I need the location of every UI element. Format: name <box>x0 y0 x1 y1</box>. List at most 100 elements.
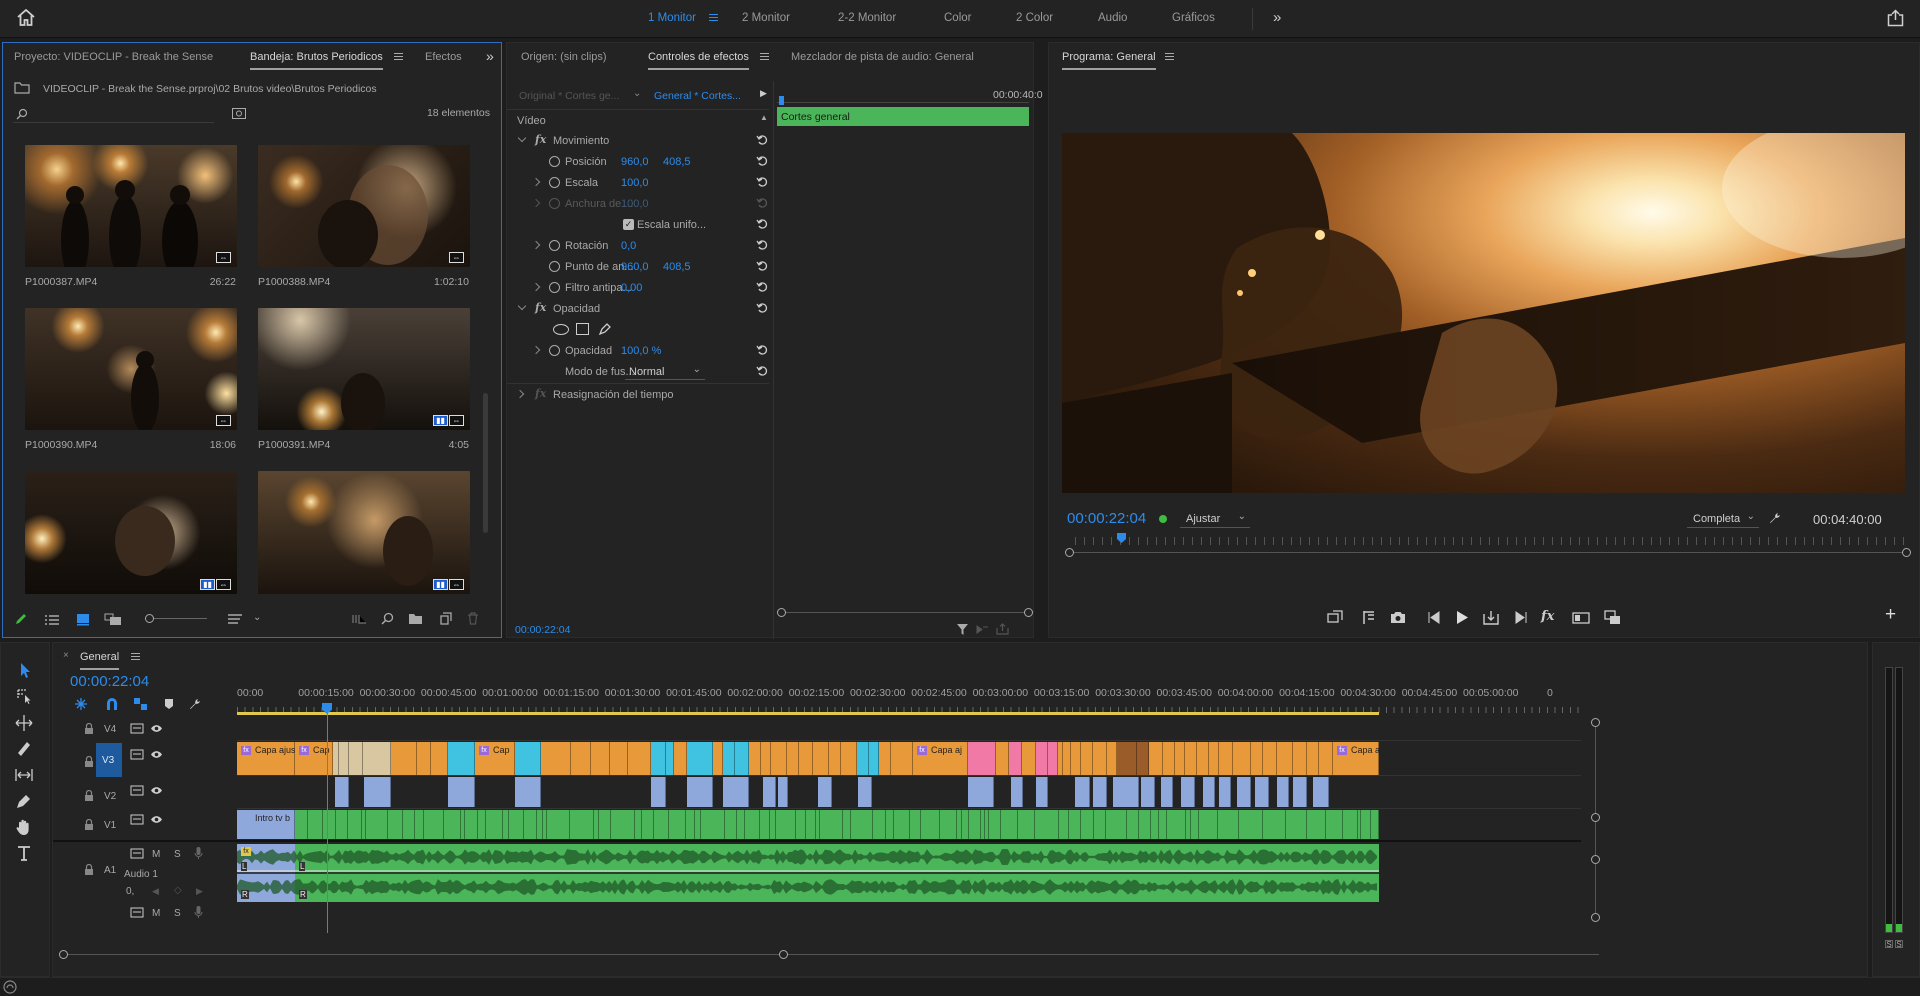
microphone-icon[interactable] <box>194 846 203 860</box>
sync-lock-icon[interactable] <box>130 848 144 859</box>
timeline-clip-v1[interactable] <box>1106 810 1127 839</box>
stopwatch-icon[interactable] <box>549 345 560 356</box>
source-clip-label[interactable]: Original * Cortes ge... <box>519 90 619 102</box>
timeline-clip-v1[interactable] <box>570 810 594 839</box>
timeline-clip-v3[interactable] <box>1048 742 1058 775</box>
program-timecode[interactable]: 00:00:22:04 <box>1067 510 1146 527</box>
timeline-clip-v1[interactable] <box>1018 810 1035 839</box>
timeline-clip-v1[interactable] <box>701 810 725 839</box>
timeline-clip-v3[interactable] <box>1107 742 1117 775</box>
timeline-clip-v2[interactable] <box>723 777 749 807</box>
timeline-clip-v1[interactable] <box>1343 810 1358 839</box>
reset-icon[interactable] <box>756 197 768 209</box>
expand-arrow-icon[interactable] <box>531 282 541 292</box>
new-item-icon[interactable] <box>439 612 452 625</box>
automate-to-sequence-icon[interactable] <box>352 613 367 625</box>
timeline-clip-v2[interactable] <box>1093 777 1107 807</box>
stopwatch-icon[interactable] <box>549 156 560 167</box>
timeline-clip-v1[interactable] <box>1127 810 1139 839</box>
timeline-clip-v3[interactable] <box>571 742 591 775</box>
clip-thumbnail[interactable]: ▮▮ ⇔ <box>258 471 470 594</box>
track-a1-audio-clip[interactable]: fx L R L R <box>237 844 1379 902</box>
snap-magnet-icon[interactable] <box>105 697 119 711</box>
reset-icon[interactable] <box>756 281 768 293</box>
clip-bar[interactable]: Cortes general <box>777 107 1029 126</box>
search-input[interactable] <box>13 105 214 123</box>
timeline-clip-v3[interactable] <box>628 742 651 775</box>
reset-icon[interactable] <box>756 239 768 251</box>
timeline-clip-v1[interactable] <box>725 810 737 839</box>
time-remap-row[interactable]: fx Reasignación del tiempo <box>507 383 769 404</box>
position-row[interactable]: Posición 960,0 408,5 <box>507 151 769 172</box>
tab-source[interactable]: Origen: (sin clips) <box>521 51 607 63</box>
lock-icon[interactable] <box>84 756 94 768</box>
timeline-clip-v1[interactable] <box>348 810 362 839</box>
reset-icon[interactable] <box>756 302 768 314</box>
antiflicker-value[interactable]: 0,00 <box>621 282 642 294</box>
expand-arrow-icon[interactable] <box>515 389 525 399</box>
opacity-row[interactable]: Opacidad 100,0 % <box>507 340 769 361</box>
timeline-clip-v3[interactable] <box>687 742 713 775</box>
freeform-view-icon[interactable] <box>104 613 122 626</box>
audio-tracks-scrollbar[interactable] <box>1591 855 1600 922</box>
timeline-clip-v3[interactable] <box>1063 742 1071 775</box>
ripple-edit-tool-icon[interactable] <box>13 713 35 733</box>
timeline-clip-v3[interactable] <box>713 742 723 775</box>
timeline-clip-v1[interactable] <box>366 810 388 839</box>
timeline-clip-v2[interactable] <box>1075 777 1090 807</box>
timeline-clip-v3[interactable]: fx Cap <box>475 742 515 775</box>
timeline-clip-v1[interactable] <box>388 810 403 839</box>
timeline-clip-v1[interactable] <box>843 810 851 839</box>
timeline-clip-v3[interactable] <box>1149 742 1163 775</box>
scale-width-value[interactable]: 100,0 <box>621 198 649 210</box>
timeline-clip-v3[interactable] <box>515 742 541 775</box>
reset-icon[interactable] <box>756 176 768 188</box>
tab-bin-brutos[interactable]: Bandeja: Brutos Periodicos <box>250 51 383 70</box>
timeline-clip-v1[interactable] <box>1191 810 1199 839</box>
slip-tool-icon[interactable] <box>13 765 35 785</box>
uniform-scale-checkbox[interactable]: ✓ <box>623 219 634 230</box>
timeline-clip-v1[interactable] <box>989 810 1001 839</box>
timeline-clip-v1[interactable] <box>921 810 940 839</box>
timeline-clip-v3[interactable] <box>1022 742 1036 775</box>
anchor-y-value[interactable]: 408,5 <box>663 261 691 273</box>
timeline-clip-v1[interactable] <box>851 810 873 839</box>
timeline-clip-v2[interactable] <box>651 777 666 807</box>
timeline-clip-v1[interactable] <box>686 810 695 839</box>
scale-row[interactable]: Escala 100,0 <box>507 172 769 193</box>
eye-icon[interactable] <box>150 786 163 795</box>
rotation-value[interactable]: 0,0 <box>621 240 636 252</box>
tab-effects[interactable]: Efectos <box>425 51 462 63</box>
hand-tool-icon[interactable] <box>13 817 35 837</box>
timeline-clip-v3[interactable] <box>1093 742 1107 775</box>
sync-lock-icon[interactable] <box>130 723 144 734</box>
timeline-clip-v1[interactable] <box>1081 810 1094 839</box>
mini-playhead[interactable] <box>779 96 784 105</box>
timeline-clip-v1[interactable] <box>336 810 348 839</box>
more-panels-icon[interactable]: » <box>486 48 494 64</box>
timeline-clip-v1[interactable] <box>962 810 969 839</box>
collapse-up-icon[interactable]: ▲ <box>760 113 768 122</box>
nest-toggle-icon[interactable] <box>74 697 88 711</box>
timeline-clip-v2[interactable] <box>778 777 788 807</box>
bin-scrollbar[interactable] <box>483 393 488 533</box>
insert-icon[interactable] <box>1483 610 1499 625</box>
rectangle-mask-icon[interactable] <box>576 323 589 335</box>
timeline-clip-v3[interactable] <box>391 742 417 775</box>
play-arrow-icon[interactable]: ▶ <box>760 88 767 99</box>
eye-icon[interactable] <box>150 724 163 733</box>
reset-icon[interactable] <box>756 218 768 230</box>
timeline-settings-wrench-icon[interactable] <box>188 697 202 711</box>
lock-icon[interactable] <box>84 790 94 802</box>
timeline-clip-v1[interactable] <box>1199 810 1218 839</box>
timeline-clip-v3[interactable] <box>891 742 913 775</box>
timeline-clip-v3[interactable] <box>761 742 771 775</box>
timeline-clip-v1[interactable] <box>635 810 642 839</box>
timeline-clip-v3[interactable]: fx Capa ajus <box>237 742 296 775</box>
timeline-clip-v2[interactable] <box>1219 777 1231 807</box>
timeline-clip-v2[interactable] <box>1113 777 1139 807</box>
timeline-clip-v3[interactable] <box>813 742 829 775</box>
extract-icon[interactable] <box>1362 610 1376 625</box>
opacity-value[interactable]: 100,0 % <box>621 345 661 357</box>
trash-icon[interactable] <box>467 612 479 625</box>
